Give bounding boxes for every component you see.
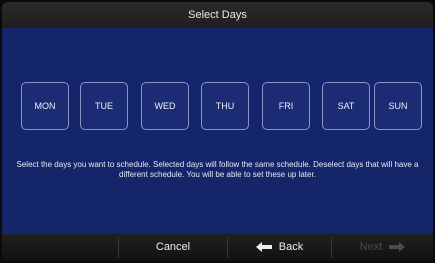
back-button[interactable]: Back [228, 234, 331, 261]
day-button-sat[interactable]: SAT [322, 82, 370, 130]
arrow-left-icon [255, 242, 272, 253]
next-button[interactable]: Next [332, 234, 433, 261]
cancel-label: Cancel [155, 241, 191, 253]
day-button-mon[interactable]: MON [21, 82, 69, 130]
instructions-text: Select the days you want to schedule. Se… [16, 160, 419, 179]
day-button-tue[interactable]: TUE [80, 82, 128, 130]
footer-bar: Cancel Back Next [2, 234, 433, 261]
day-button-sun[interactable]: SUN [374, 82, 422, 130]
back-label: Back [278, 241, 304, 253]
day-button-thu[interactable]: THU [201, 82, 249, 130]
day-button-wed[interactable]: WED [141, 82, 189, 130]
next-label: Next [359, 241, 383, 253]
day-buttons: MON TUE WED THU FRI SAT SUN [21, 82, 422, 132]
day-button-fri[interactable]: FRI [262, 82, 310, 130]
screen-title: Select Days [188, 9, 247, 21]
cancel-button[interactable]: Cancel [119, 234, 227, 261]
arrow-right-icon [389, 242, 406, 253]
title-bar: Select Days [2, 2, 433, 28]
schedule-screen: Select Days MON TUE WED THU FRI SAT SUN … [2, 2, 433, 261]
day-selection-panel: MON TUE WED THU FRI SAT SUN Select the d… [2, 28, 433, 234]
